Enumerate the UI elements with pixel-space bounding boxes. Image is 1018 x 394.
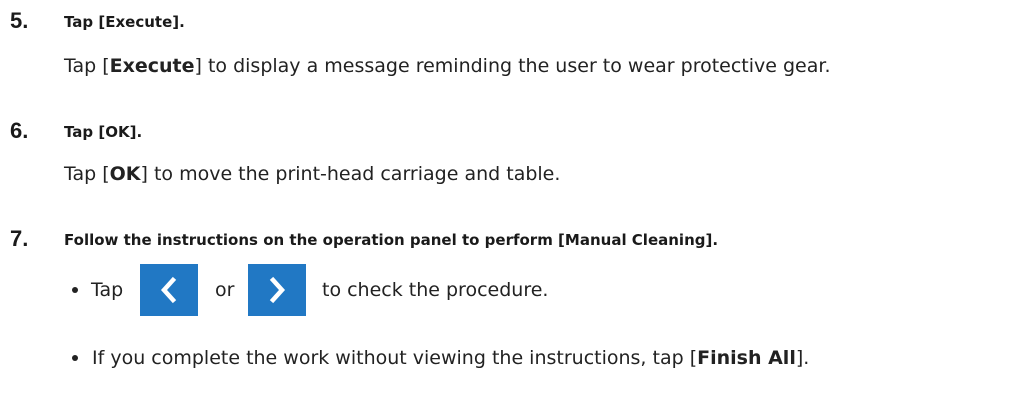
step-7-title: Follow the instructions on the operation… [64,231,719,249]
step-7-number: 7. [10,226,29,251]
step-5-body-bold: Execute [109,55,195,77]
bullet-1-tap: Tap [91,279,124,301]
step-5-body: Tap [Execute] to display a message remin… [64,54,831,78]
step-6-title: Tap [OK]. [64,123,143,141]
bullet-1-tail: to check the procedure. [322,279,549,301]
bullet-2: If you complete the work without viewing… [72,346,809,370]
bullet-1-or: or [215,279,235,301]
step-6-body: Tap [OK] to move the print-head carriage… [64,162,560,186]
step-6-body-pre: Tap [ [64,163,110,185]
step-5-body-pre: Tap [ [64,55,110,77]
step-6-body-post: ] to move the print-head carriage and ta… [140,163,561,185]
chevron-right-icon[interactable] [248,264,306,316]
bullet-2-post: ]. [795,347,810,369]
bullet-2-bold: Finish All [697,347,796,369]
bullet-dot [72,287,78,293]
chevron-left-icon[interactable] [140,264,198,316]
step-5-body-post: ] to display a message reminding the use… [194,55,831,77]
step-6-body-bold: OK [109,163,141,185]
step-6-number: 6. [10,118,29,143]
step-5-title: Tap [Execute]. [64,13,185,31]
step-5-number: 5. [10,8,29,33]
bullet-2-pre: If you complete the work without viewing… [92,347,698,369]
bullet-dot [72,355,78,361]
